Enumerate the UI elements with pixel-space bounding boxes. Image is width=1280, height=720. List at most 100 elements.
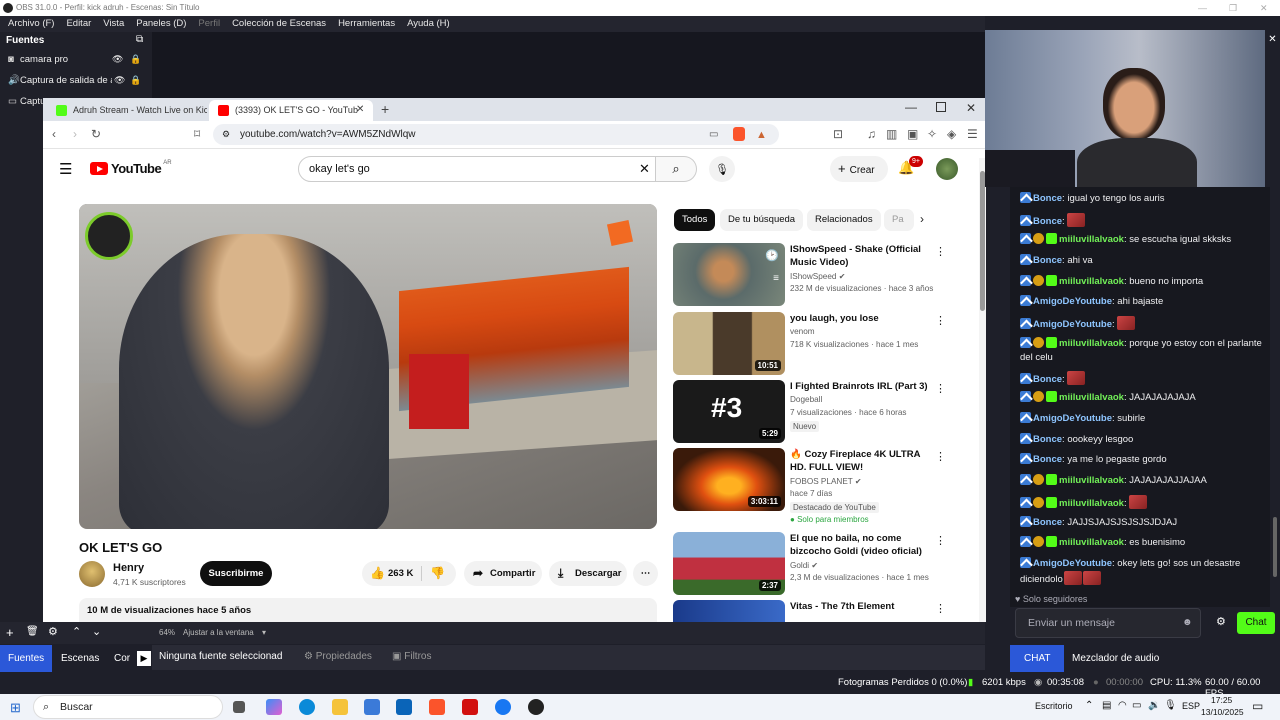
chat-username[interactable]: miiluvillalvaok xyxy=(1059,475,1124,486)
task-view-icon[interactable] xyxy=(233,701,245,713)
chat-username[interactable]: AmigoDeYoutube xyxy=(1033,413,1112,424)
download-button[interactable]: ⤓ Descargar xyxy=(549,561,627,586)
rec-item[interactable]: 2:37 El que no baila, no come bizcocho G… xyxy=(673,532,973,596)
chip-todos[interactable]: Todos xyxy=(674,209,716,231)
chat-username[interactable]: miiluvillalvaok xyxy=(1059,392,1124,403)
rec-item[interactable]: 3:03:11 🔥 Cozy Fireplace 4K ULTRA HD. FU… xyxy=(673,448,973,530)
rec-thumbnail[interactable]: 10:51 xyxy=(673,312,785,375)
chat-username[interactable]: Bonce xyxy=(1033,434,1062,445)
description-box[interactable]: 10 M de visualizaciones hace 5 años xyxy=(79,598,657,622)
desktop-label[interactable]: Escritorio xyxy=(1035,701,1073,711)
tab-kick[interactable]: Adruh Stream - Watch Live on Kick xyxy=(47,100,207,121)
like-icon[interactable]: 👍 xyxy=(370,561,385,586)
chat-username[interactable]: miiluvillalvaok xyxy=(1059,276,1124,287)
clock-icon[interactable]: 🕑 xyxy=(765,249,779,262)
subscribe-button[interactable]: Suscribirme xyxy=(200,561,272,586)
chat-username[interactable]: Bonce xyxy=(1033,517,1062,528)
chat-username[interactable]: Bonce xyxy=(1033,255,1062,266)
source-item[interactable]: 🔊Captura de salida de au 👁 🔒 xyxy=(0,70,152,91)
network-icon[interactable]: ▭ xyxy=(1132,700,1141,711)
sidebar-icon[interactable]: ▥ xyxy=(886,127,897,141)
clear-search-icon[interactable]: ✕ xyxy=(639,157,650,181)
rec-thumbnail[interactable] xyxy=(673,600,785,622)
leo-icon[interactable]: ✧ xyxy=(927,127,937,141)
file-explorer-icon[interactable] xyxy=(332,699,348,715)
menu-paneles[interactable]: Paneles (D) xyxy=(130,16,192,32)
rec-thumbnail[interactable]: 🕑 ≡ xyxy=(673,243,785,306)
forward-icon[interactable]: › xyxy=(73,127,77,141)
vpn-icon[interactable]: ◈ xyxy=(947,127,956,141)
rec-item[interactable]: #3 5:29 I Fighted Brainrots IRL (Part 3) … xyxy=(673,380,973,444)
brave-shield-icon[interactable] xyxy=(733,127,745,141)
undock-icon[interactable]: ⧉ xyxy=(136,34,143,45)
mic-icon[interactable]: 🎙 xyxy=(1164,700,1177,711)
kebab-icon[interactable]: ⋮ xyxy=(935,382,946,395)
rec-thumbnail[interactable]: 2:37 xyxy=(673,532,785,595)
windows-start-icon[interactable]: ⊞ xyxy=(10,700,21,716)
chip-pa[interactable]: Pa xyxy=(884,209,914,231)
tab-youtube[interactable]: (3393) OK LET'S GO - YouTub xyxy=(209,100,373,121)
eye-icon[interactable]: 👁 xyxy=(112,49,123,70)
chat-username[interactable]: Bonce xyxy=(1033,454,1062,465)
facebook-icon[interactable] xyxy=(495,699,511,715)
chat-send-button[interactable]: Chat xyxy=(1237,612,1275,634)
like-count[interactable]: 263 K xyxy=(388,561,413,586)
volume-icon[interactable]: 🔉 xyxy=(1148,700,1160,711)
url-bar[interactable]: ⚙ youtube.com/watch?v=AWM5ZNdWlqw ▭ ▲ xyxy=(213,124,779,145)
minimize-icon[interactable]: — xyxy=(1198,0,1207,16)
trash-icon[interactable]: 🗑 xyxy=(26,626,39,637)
scrollbar-thumb[interactable] xyxy=(980,171,985,311)
tab-fuentes[interactable]: Fuentes xyxy=(0,645,53,672)
channel-avatar[interactable] xyxy=(79,561,105,587)
menu-coleccion[interactable]: Colección de Escenas xyxy=(226,16,332,32)
tab-cor[interactable]: Cor xyxy=(106,645,134,672)
media-icon[interactable]: ♫ xyxy=(867,127,876,141)
youtube-logo[interactable]: YouTube AR xyxy=(90,160,173,176)
notifications-icon[interactable]: ▭ xyxy=(1252,699,1263,713)
site-info-icon[interactable]: ⚙ xyxy=(222,124,230,145)
lock-icon[interactable]: 🔒 xyxy=(130,49,141,70)
emoji-icon[interactable]: ☻ xyxy=(1182,609,1193,637)
chat-username[interactable]: Bonce xyxy=(1033,216,1062,227)
kebab-icon[interactable]: ⋮ xyxy=(935,314,946,327)
tray-icon[interactable]: ▤ xyxy=(1102,700,1111,711)
bookmark-icon[interactable]: ⌑ xyxy=(194,127,200,141)
maximize-icon[interactable] xyxy=(936,102,946,112)
reload-icon[interactable]: ↻ xyxy=(91,127,101,141)
menu-archivo[interactable]: Archivo (F) xyxy=(2,16,60,32)
tab-search-icon[interactable]: ⊡ xyxy=(833,127,843,141)
chip-relacionados[interactable]: Relacionados xyxy=(807,209,881,231)
chat-username[interactable]: miiluvillalvaok xyxy=(1059,537,1124,548)
clock-time[interactable]: 17:25 xyxy=(1211,695,1232,705)
rec-item[interactable]: Vitas - The 7th Element ⋮ xyxy=(673,600,973,622)
properties-button[interactable]: ⚙ Propiedades xyxy=(304,651,372,662)
avatar[interactable] xyxy=(936,158,958,180)
playlist-icon[interactable]: ≡ xyxy=(773,273,779,284)
share-button[interactable]: ➦ Compartir xyxy=(464,561,542,586)
chat-scrollbar[interactable] xyxy=(1270,187,1280,607)
menu-ayuda[interactable]: Ayuda (H) xyxy=(401,16,456,32)
rewards-icon[interactable]: ▲ xyxy=(756,125,767,146)
source-item[interactable]: ◙ camara pro 👁 🔒 xyxy=(0,49,152,70)
more-actions-button[interactable]: ⋯ xyxy=(633,561,658,586)
menu-herramientas[interactable]: Herramientas xyxy=(332,16,401,32)
chat-message-input[interactable]: Enviar un mensaje ☻ xyxy=(1015,608,1201,638)
kebab-icon[interactable]: ⋮ xyxy=(935,245,946,258)
fit-select[interactable]: Ajustar a la ventana ▾ xyxy=(183,628,266,637)
brave-icon[interactable] xyxy=(429,699,445,715)
tab-close-icon[interactable]: ✕ xyxy=(356,104,364,115)
kebab-icon[interactable]: ⋮ xyxy=(935,602,946,615)
lock-icon[interactable]: 🔒 xyxy=(130,70,141,91)
chevron-right-icon[interactable]: › xyxy=(920,212,924,226)
chat-username[interactable]: Bonce xyxy=(1033,374,1062,385)
edge-icon[interactable] xyxy=(299,699,315,715)
back-icon[interactable]: ‹ xyxy=(52,127,56,141)
chat-username[interactable]: AmigoDeYoutube xyxy=(1033,296,1112,307)
chat-username[interactable]: AmigoDeYoutube xyxy=(1033,558,1112,569)
wallet-icon[interactable]: ▣ xyxy=(907,127,918,141)
clock-date[interactable]: 13/10/2025 xyxy=(1201,707,1244,717)
voice-search-button[interactable]: 🎙 xyxy=(709,156,735,182)
filters-button[interactable]: ▣ Filtros xyxy=(392,651,431,662)
gear-icon[interactable]: ⚙ xyxy=(48,625,58,638)
search-button[interactable]: ⌕ xyxy=(656,156,697,182)
